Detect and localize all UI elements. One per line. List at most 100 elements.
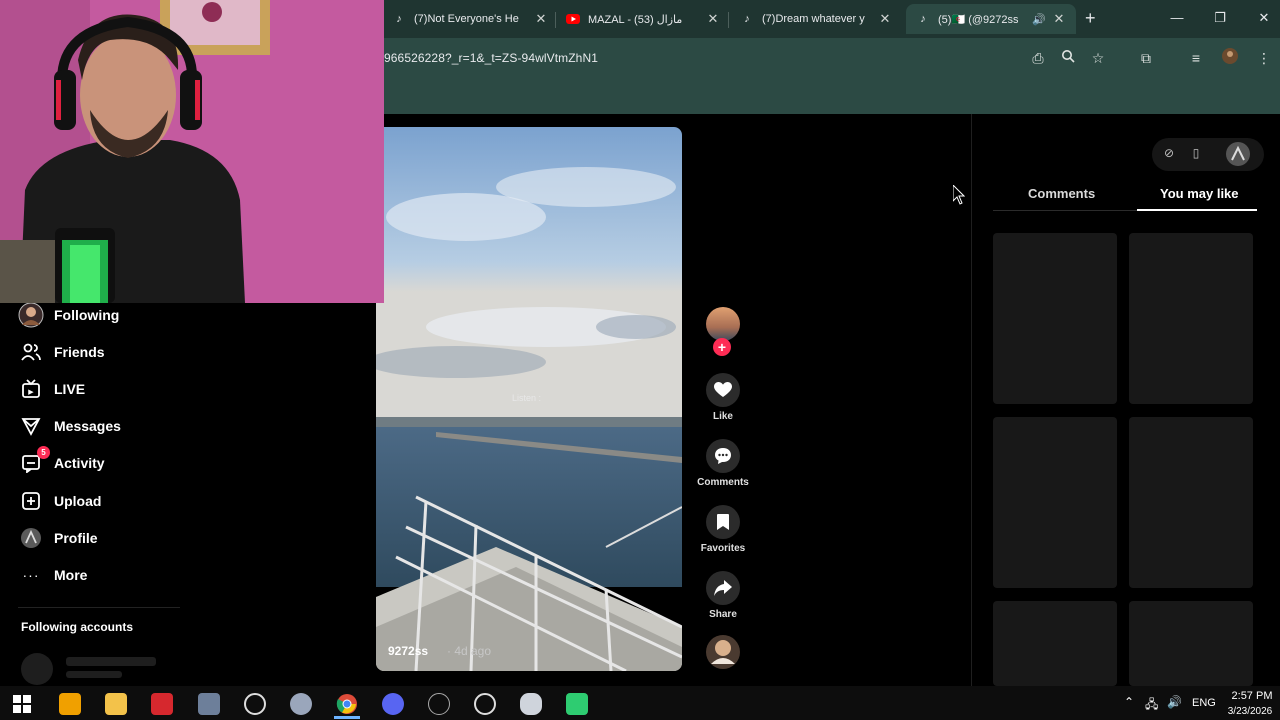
windows-taskbar [0,686,1280,720]
chevron-up-icon[interactable]: ⌃ [1124,695,1134,709]
language-indicator[interactable]: ENG [1192,697,1216,709]
sidebar-item-label: More [54,567,88,583]
install-app-icon[interactable]: ⎙ [1028,48,1048,68]
heart-icon [706,373,740,407]
app-icon[interactable] [198,693,220,715]
close-window-icon[interactable]: ✕ [1254,10,1274,26]
account-skeleton-avatar [21,653,53,685]
compass-icon[interactable]: ⊘ [1160,146,1178,160]
webcam-feed [0,0,384,303]
tab-title: (7)Not Everyone's He [414,13,519,25]
active-tab-indicator [1137,209,1257,211]
discord-icon[interactable] [382,693,404,715]
sidebar-item-more[interactable]: ··· More [18,561,88,589]
zoom-icon[interactable] [1058,48,1078,68]
speaker-icon[interactable]: 🔊 [1032,13,1046,26]
windows-start-icon[interactable] [11,693,33,715]
live-icon: ▶ [18,376,44,402]
chrome-icon[interactable] [336,693,358,715]
app-icon[interactable] [566,693,588,715]
clock-date[interactable]: 3/23/2026 [1224,706,1276,717]
recommended-video-card[interactable] [1129,233,1253,404]
bookmark-star-icon[interactable]: ☆ [1088,48,1108,68]
close-icon[interactable]: ✕ [706,11,720,27]
tiktok-icon: ♪ [920,13,926,25]
tab-separator [728,12,729,28]
creator-avatar [706,307,740,341]
avatar-icon [18,302,44,328]
mouse-cursor-icon [952,183,966,210]
tab-separator [555,12,556,28]
profile-avatar-icon[interactable] [1226,142,1250,169]
new-tab-button[interactable]: + [1085,8,1096,29]
tab-title: (7)Dream whatever y [762,13,865,25]
sidebar-item-messages[interactable]: Messages [18,412,121,440]
creator-avatar-button[interactable]: + [695,306,751,356]
close-icon[interactable]: ✕ [534,11,548,27]
recommended-video-card[interactable] [1129,417,1253,588]
recommended-video-card[interactable] [993,601,1117,686]
extensions-icon[interactable]: ⧉ [1136,48,1156,68]
network-icon[interactable]: 🖧 [1145,695,1158,716]
close-icon[interactable]: ✕ [1052,11,1066,27]
account-skeleton-line [66,657,156,666]
media-control-icon[interactable]: ≡ [1186,48,1206,68]
more-icon: ··· [22,567,40,583]
sidebar-item-live[interactable]: ▶ LIVE [18,375,85,403]
browser-tab[interactable]: ♪ (7)Dream whatever y ✕ [740,8,892,30]
sidebar-item-label: Profile [54,530,98,546]
profile-avatar-icon[interactable] [1220,48,1240,68]
like-button[interactable]: Like [695,373,751,422]
tab-comments[interactable]: Comments [1028,186,1095,201]
store-icon[interactable] [59,693,81,715]
messages-icon [18,413,44,439]
tab-title: MAZAL - مازال (53) [588,13,683,26]
app-icon[interactable] [474,693,496,715]
svg-text:▶: ▶ [28,389,34,396]
browser-tab-active[interactable]: ♪ (5)🇩🇿 (@9272ss) 🔊 ✕ [906,4,1076,34]
app-icon[interactable] [290,693,312,715]
sound-disc-button[interactable] [695,634,751,675]
youtube-icon [566,12,580,26]
browser-tab[interactable]: MAZAL - مازال (53) ✕ [566,8,720,30]
minimize-icon[interactable]: — [1167,10,1187,25]
follow-plus-icon[interactable]: + [713,338,731,356]
browser-menu-icon[interactable]: ⋮ [1254,48,1274,68]
close-icon[interactable]: ✕ [878,11,892,27]
sidebar-item-following[interactable]: Following [18,301,119,329]
recommended-video-card[interactable] [993,417,1117,588]
clock-time[interactable]: 2:57 PM [1228,690,1276,702]
account-skeleton-line [66,671,122,678]
sidebar-item-friends[interactable]: Friends [18,338,105,366]
video-author[interactable]: 9272ss [388,644,428,658]
restore-icon[interactable]: ❐ [1210,10,1230,26]
tiktok-icon: ♪ [744,13,750,25]
notification-badge: 5 [37,446,50,459]
share-button[interactable]: Share [695,571,751,620]
tab-you-may-like[interactable]: You may like [1160,186,1239,201]
sidebar-item-profile[interactable]: Profile [18,524,98,552]
sidebar-item-upload[interactable]: Upload [18,487,101,515]
recommended-video-card[interactable] [1129,601,1253,686]
app-icon[interactable] [520,693,542,715]
sidebar-item-label: Following [54,307,120,323]
sidebar-item-label: Friends [54,344,105,360]
webcam-overlay [0,0,384,303]
comment-icon [706,439,740,473]
volume-icon[interactable]: 🔊 [1167,695,1182,709]
sidebar-item-label: Upload [54,493,102,509]
mobile-icon[interactable]: ▯ [1187,146,1205,160]
browser-tab[interactable]: ♪ (7)Not Everyone's He ✕ [392,8,548,30]
file-explorer-icon[interactable] [105,693,127,715]
comments-button[interactable]: Comments [695,439,751,488]
profile-icon [18,525,44,551]
favorites-button[interactable]: Favorites [695,505,751,554]
app-icon[interactable] [428,693,450,715]
address-bar[interactable]: 966526228?_r=1&_t=ZS-94wlVtmZhN1 [384,51,598,65]
sidebar-item-activity[interactable]: 5 Activity [18,446,105,477]
sidebar-item-label: Messages [54,418,121,434]
recommended-video-card[interactable] [993,233,1117,404]
steam-icon[interactable] [244,693,266,715]
voice-changer-icon[interactable] [151,693,173,715]
action-label: Share [709,609,737,620]
